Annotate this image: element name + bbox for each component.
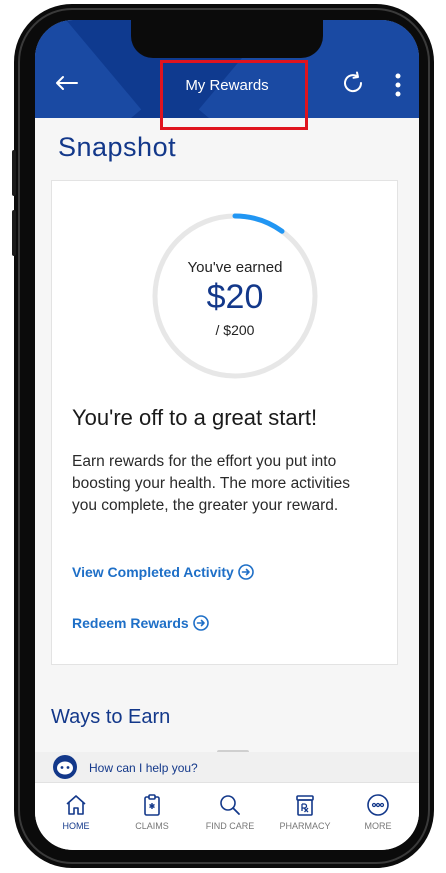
nav-label: HOME bbox=[62, 821, 90, 831]
annotation-highlight-box bbox=[160, 60, 308, 130]
nav-label: MORE bbox=[364, 821, 392, 831]
view-completed-activity-link[interactable]: View Completed Activity bbox=[72, 564, 254, 580]
rewards-card: You've earned $20 / $200 You're off to a… bbox=[51, 180, 398, 665]
nav-item-claims[interactable]: CLAIMS bbox=[120, 793, 184, 831]
chat-help-text: How can I help you? bbox=[89, 761, 198, 775]
overflow-menu-icon[interactable] bbox=[395, 73, 401, 97]
rewards-description: Earn rewards for the effort you put into… bbox=[72, 453, 351, 514]
nav-item-pharmacy[interactable]: PHARMACY bbox=[273, 793, 337, 831]
page-title: Snapshot bbox=[58, 132, 177, 162]
app-screen: My Rewards Snapshot You've earned $20 / … bbox=[35, 20, 419, 850]
nav-item-home[interactable]: HOME bbox=[44, 793, 108, 831]
phone-side-button bbox=[12, 150, 16, 196]
chat-help-bar[interactable]: How can I help you? bbox=[35, 752, 419, 782]
more-icon bbox=[367, 794, 389, 816]
chat-assistant-icon bbox=[53, 755, 77, 779]
redeem-rewards-label: Redeem Rewards bbox=[72, 615, 189, 631]
nav-label: CLAIMS bbox=[135, 821, 169, 831]
claims-icon bbox=[144, 794, 160, 816]
view-completed-activity-label: View Completed Activity bbox=[72, 564, 234, 580]
home-icon bbox=[66, 795, 86, 815]
search-icon bbox=[220, 795, 240, 815]
earned-total: / $200 bbox=[215, 322, 255, 338]
main-content[interactable]: Snapshot You've earned $20 / $200 You're… bbox=[35, 118, 419, 752]
nav-label: PHARMACY bbox=[279, 821, 331, 831]
phone-notch bbox=[131, 20, 323, 58]
arrow-circle-icon bbox=[192, 615, 209, 631]
earned-amount: $20 bbox=[206, 278, 264, 316]
bottom-navigation: HOME CLAIMS FIND CARE PHARMACY MORE bbox=[35, 782, 419, 850]
ways-to-earn-heading: Ways to Earn bbox=[51, 706, 171, 728]
arrow-circle-icon bbox=[238, 564, 254, 580]
nav-item-find-care[interactable]: FIND CARE bbox=[198, 793, 262, 831]
redeem-rewards-link[interactable]: Redeem Rewards bbox=[72, 615, 209, 631]
rewards-headline: You're off to a great start! bbox=[72, 405, 318, 430]
nav-label: FIND CARE bbox=[205, 821, 255, 831]
nav-item-more[interactable]: MORE bbox=[346, 793, 410, 831]
refresh-icon[interactable] bbox=[341, 71, 365, 95]
pharmacy-icon bbox=[296, 795, 314, 816]
rewards-summary: You've earned $20 / $200 bbox=[150, 211, 320, 381]
phone-side-button bbox=[12, 210, 16, 256]
earned-label: You've earned bbox=[187, 259, 283, 276]
